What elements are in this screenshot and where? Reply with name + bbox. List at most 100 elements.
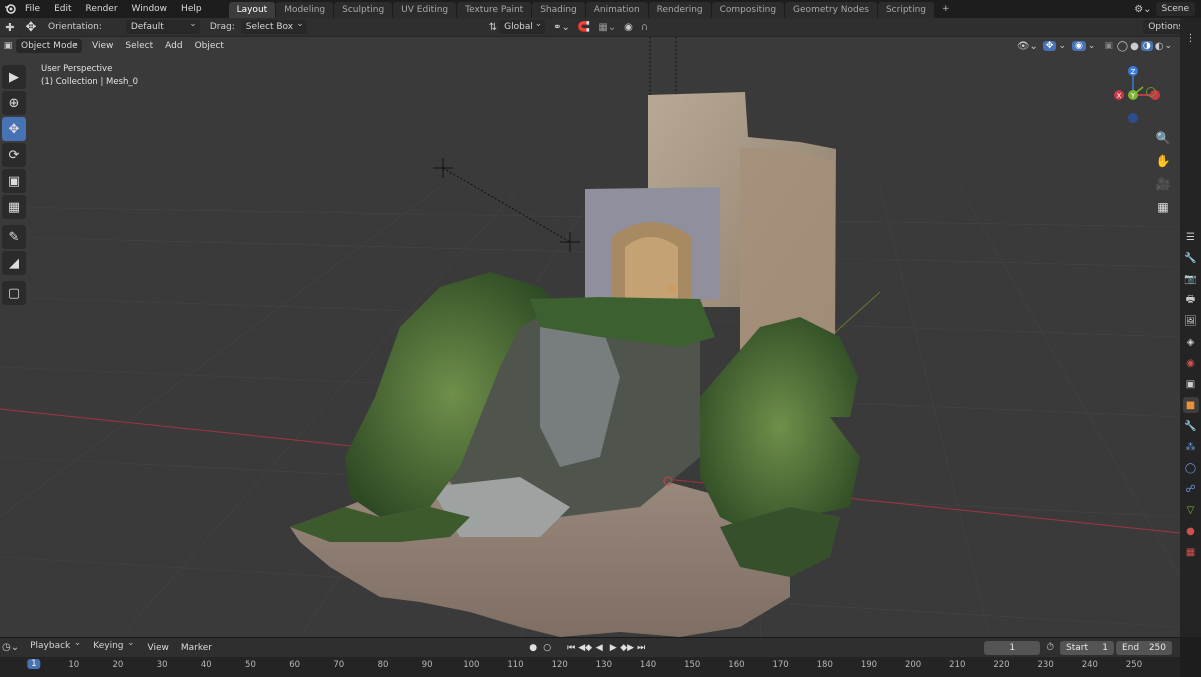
- tab-uv-editing[interactable]: UV Editing: [393, 2, 457, 18]
- viewport-menu-select[interactable]: Select: [119, 37, 159, 55]
- measure-tool-icon[interactable]: ◢: [2, 251, 26, 275]
- outliner-handle-icon[interactable]: ⋮: [1183, 30, 1199, 46]
- timeline-tick: 160: [728, 660, 745, 670]
- tab-scripting[interactable]: Scripting: [877, 2, 934, 18]
- tab-rendering[interactable]: Rendering: [648, 2, 711, 18]
- scene-icon[interactable]: ⚙⌄: [1134, 4, 1151, 15]
- scene-name[interactable]: Scene: [1155, 2, 1195, 16]
- texture-properties-icon[interactable]: ▦: [1183, 544, 1199, 560]
- snap-settings-icon[interactable]: ▦⌄: [598, 22, 616, 33]
- prev-keyframe-icon[interactable]: ◀◆: [578, 641, 592, 655]
- tab-layout[interactable]: Layout: [228, 2, 276, 18]
- timeline-menu-marker[interactable]: Marker: [175, 639, 218, 657]
- xray-icon[interactable]: ▣: [1104, 41, 1113, 51]
- data-properties-icon[interactable]: ▽: [1183, 502, 1199, 518]
- camera-view-icon[interactable]: 🎥: [1152, 173, 1174, 195]
- viewport-menu-object[interactable]: Object: [189, 37, 230, 55]
- shading-menu-icon[interactable]: ⌄: [1164, 41, 1172, 51]
- timeline-editor-icon[interactable]: ◷⌄: [2, 642, 19, 653]
- timeline-ruler[interactable]: 1 10 20 30 40 50 60 70 80 90 100 110 120 130 140 150 160…: [0, 657, 1180, 677]
- render-properties-icon[interactable]: 📷: [1183, 271, 1199, 287]
- tool-properties-icon[interactable]: 🔧: [1183, 250, 1199, 266]
- top-bar: File Edit Render Window Help Layout Modeling S…: [0, 0, 1201, 18]
- next-keyframe-icon[interactable]: ◆▶: [620, 641, 634, 655]
- menu-help[interactable]: Help: [174, 0, 209, 18]
- transform-orientation-dropdown[interactable]: Global: [499, 17, 546, 34]
- select-box-tool-icon[interactable]: ▶: [2, 65, 26, 89]
- keyframe-icon[interactable]: ○: [540, 641, 554, 655]
- solid-shading-icon[interactable]: ●: [1130, 41, 1139, 52]
- scene-properties-icon[interactable]: ◈: [1183, 334, 1199, 350]
- drag-dropdown[interactable]: Select Box: [240, 17, 307, 34]
- properties-editor-icon[interactable]: ☰: [1183, 229, 1199, 245]
- menu-file[interactable]: File: [18, 0, 47, 18]
- tab-sculpting[interactable]: Sculpting: [334, 2, 393, 18]
- pan-hand-icon[interactable]: ✋: [1152, 150, 1174, 172]
- gizmo-toggle-icon[interactable]: ✥: [1042, 41, 1057, 51]
- particles-properties-icon[interactable]: ⁂: [1183, 439, 1199, 455]
- orthographic-grid-icon[interactable]: ▦: [1152, 196, 1174, 218]
- pivot-point-icon[interactable]: ⚭⌄: [553, 22, 570, 33]
- snap-icon[interactable]: 🧲: [578, 22, 590, 33]
- blender-logo-icon[interactable]: [2, 0, 18, 18]
- navigation-gizmo[interactable]: Z Y X: [1110, 65, 1170, 125]
- material-shading-icon[interactable]: ◑: [1140, 41, 1153, 51]
- editor-type-icon[interactable]: ▣: [0, 41, 16, 51]
- object-properties-icon[interactable]: ■: [1182, 397, 1199, 413]
- play-reverse-icon[interactable]: ◀: [592, 641, 606, 655]
- timeline-menu-playback[interactable]: Playback: [25, 636, 84, 653]
- move-tool-icon[interactable]: ✥: [20, 20, 42, 35]
- start-frame-field[interactable]: Start 1: [1060, 640, 1114, 655]
- cursor-tool-icon[interactable]: ⊕: [2, 91, 26, 115]
- viewport-menu-view[interactable]: View: [86, 37, 119, 55]
- tab-shading[interactable]: Shading: [532, 2, 585, 18]
- viewport-menu-add[interactable]: Add: [159, 37, 188, 55]
- transform-tool-icon[interactable]: ▦: [2, 195, 26, 219]
- tool-settings-icon[interactable]: ✚: [0, 21, 20, 34]
- toolbar: ▶ ⊕ ✥ ⟳ ▣ ▦ ✎ ◢ ▢: [2, 65, 28, 307]
- timeline-menu-keying[interactable]: Keying: [88, 636, 137, 653]
- output-properties-icon[interactable]: 🖶: [1183, 292, 1199, 308]
- scale-tool-icon[interactable]: ▣: [2, 169, 26, 193]
- tab-modeling[interactable]: Modeling: [276, 2, 334, 18]
- tab-animation[interactable]: Animation: [585, 2, 648, 18]
- tab-geometry-nodes[interactable]: Geometry Nodes: [785, 2, 877, 18]
- world-properties-icon[interactable]: ◉: [1183, 355, 1199, 371]
- rotate-tool-icon[interactable]: ⟳: [2, 143, 26, 167]
- stopwatch-icon[interactable]: ⏱: [1046, 642, 1054, 653]
- menu-window[interactable]: Window: [125, 0, 175, 18]
- mode-dropdown[interactable]: Object Mode: [16, 37, 82, 53]
- move-tool-button-icon[interactable]: ✥: [2, 117, 26, 141]
- record-icon[interactable]: ●: [526, 641, 540, 655]
- overlay-menu-icon[interactable]: ⌄: [1088, 41, 1096, 51]
- view-layer-icon[interactable]: 🖼: [1183, 313, 1199, 329]
- jump-end-icon[interactable]: ⏭: [634, 641, 648, 655]
- physics-properties-icon[interactable]: ◯: [1183, 460, 1199, 476]
- constraints-properties-icon[interactable]: ☍: [1183, 481, 1199, 497]
- overlay-toggle-icon[interactable]: ◉: [1072, 41, 1086, 51]
- end-frame-field[interactable]: End 250: [1116, 640, 1172, 655]
- material-properties-icon[interactable]: ●: [1183, 523, 1199, 539]
- jump-start-icon[interactable]: ⏮: [564, 641, 578, 655]
- zoom-icon[interactable]: 🔍: [1152, 127, 1174, 149]
- wireframe-shading-icon[interactable]: ◯: [1117, 41, 1128, 52]
- rendered-shading-icon[interactable]: ◐: [1155, 41, 1164, 52]
- timeline-menu-view[interactable]: View: [142, 639, 175, 657]
- gizmo-menu-icon[interactable]: ⌄: [1058, 41, 1066, 51]
- falloff-icon[interactable]: ∩: [641, 22, 648, 33]
- annotate-tool-icon[interactable]: ✎: [2, 225, 26, 249]
- add-cube-tool-icon[interactable]: ▢: [2, 281, 26, 305]
- current-frame-field[interactable]: 1: [984, 640, 1041, 655]
- play-icon[interactable]: ▶: [606, 641, 620, 655]
- tab-texture-paint[interactable]: Texture Paint: [457, 2, 532, 18]
- visibility-icon[interactable]: 👁⌄: [1017, 41, 1038, 52]
- 3d-viewport[interactable]: ▣ Object Mode ViewSelectAddObject 👁⌄ ✥ ⌄…: [0, 37, 1180, 637]
- add-workspace-button[interactable]: +: [935, 0, 957, 18]
- proportional-edit-icon[interactable]: ◉: [624, 22, 633, 33]
- tab-compositing[interactable]: Compositing: [711, 2, 785, 18]
- collection-properties-icon[interactable]: ▣: [1183, 376, 1199, 392]
- menu-render[interactable]: Render: [79, 0, 125, 18]
- menu-edit[interactable]: Edit: [47, 0, 78, 18]
- modifier-properties-icon[interactable]: 🔧: [1183, 418, 1199, 434]
- orientation-dropdown[interactable]: Default: [125, 17, 200, 34]
